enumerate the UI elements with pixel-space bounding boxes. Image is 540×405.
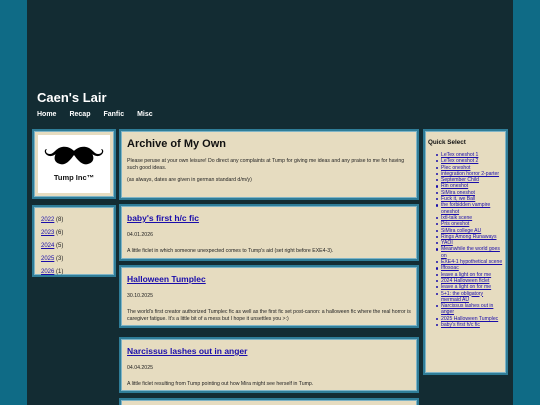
quick-select-link[interactable]: 2025 Halloween Tumplec: [441, 316, 498, 322]
post-title-link[interactable]: baby's first h/c fic: [127, 213, 411, 223]
nav-fanfic[interactable]: Fanfic: [103, 111, 124, 118]
quick-select-link[interactable]: 2024 Halloween ficlet: [441, 278, 489, 284]
nav-home[interactable]: Home: [37, 111, 56, 118]
year-count: (5): [56, 243, 64, 249]
list-item: Meanwhile the world goes on: [436, 246, 503, 259]
quick-select-link[interactable]: integration horror 2-parter: [441, 171, 499, 177]
quick-select-link[interactable]: September Child: [441, 177, 479, 183]
quick-select-link[interactable]: baby's first h/c fic: [441, 322, 480, 328]
year-count: (3): [56, 256, 64, 262]
quick-select-link[interactable]: Iffosoac: [441, 265, 459, 271]
quick-select-link[interactable]: YAOI: [441, 240, 453, 246]
year-link[interactable]: 2026: [41, 269, 54, 275]
intro-text: Please peruse at your own leisure! Do di…: [127, 158, 405, 171]
year-link[interactable]: 2024: [41, 243, 54, 249]
intro-note: (as always, dates are given in german st…: [127, 177, 252, 183]
page-title: Archive of My Own: [127, 138, 227, 150]
quick-select-link[interactable]: Rings Among Runaways: [441, 234, 497, 240]
quick-select-title: Quick Select: [428, 139, 466, 146]
list-item: baby's first h/c fic: [436, 322, 503, 328]
quick-select-link[interactable]: LeTex oneshot 2: [441, 158, 478, 164]
post-title-link[interactable]: Halloween Tumplec: [127, 274, 411, 284]
post-title-link[interactable]: Narcissus lashes out in anger: [127, 346, 411, 356]
post-card: baby's first h/c fic 04.01.2026 A little…: [119, 204, 419, 261]
quick-select-link[interactable]: SiMira college AU: [441, 228, 481, 234]
quick-select-link[interactable]: Ixtl-talk scene: [441, 215, 472, 221]
quick-select-link[interactable]: SiMira oneshot: [441, 190, 475, 196]
quick-select-link[interactable]: Rin oneshot: [441, 183, 468, 189]
quick-select-link[interactable]: Plec oneshot: [441, 165, 470, 171]
year-row: 2022 (8): [41, 214, 114, 227]
post-description: A little ficlet resulting from Tump poin…: [127, 381, 314, 387]
logo-text: Tump Inc™: [53, 173, 95, 182]
post-description: A little ficlet in which someone unexpec…: [127, 248, 334, 254]
year-archive: 2022 (8) 2023 (6) 2024 (5) 2025 (3) 2026…: [32, 205, 116, 277]
year-row: 2024 (5): [41, 240, 114, 253]
year-row: 2025 (3): [41, 253, 114, 266]
post-card: Halloween Tumplec 30.10.2025 The world's…: [119, 265, 419, 328]
quick-select-link[interactable]: LeTex oneshot 1: [441, 152, 478, 158]
year-count: (1): [56, 269, 64, 275]
post-card: [119, 398, 419, 405]
nav-misc[interactable]: Misc: [137, 111, 153, 118]
site-title: Caen's Lair: [37, 90, 107, 105]
list-item: the forbidden vampire oneshot: [436, 202, 503, 215]
quick-select-link[interactable]: leave a light on for me: [441, 284, 491, 290]
logo: Tump Inc™: [38, 135, 110, 193]
mustache-icon: [44, 146, 104, 165]
post-description: The world's first creator authorized Tum…: [127, 309, 411, 322]
quick-select-link[interactable]: EXE4-1 hypothetical scene: [441, 259, 502, 265]
quick-select-link[interactable]: Narcissus lashes out in anger: [441, 303, 493, 315]
post-card: Narcissus lashes out in anger 04.04.2025…: [119, 337, 419, 393]
nav-recap[interactable]: Recap: [69, 111, 90, 118]
quick-select-link[interactable]: the forbidden vampire oneshot: [441, 202, 490, 214]
quick-select-link[interactable]: Pris oneshot: [441, 221, 469, 227]
quick-select-list: LeTex oneshot 1 LeTex oneshot 2 Plec one…: [428, 152, 503, 328]
logo-panel: Tump Inc™: [32, 129, 116, 199]
post-date: 30.10.2025: [127, 293, 153, 299]
list-item: 5+1: the obligatory mermaid AU: [436, 291, 503, 304]
main-nav: Home Recap Fanfic Misc: [37, 111, 153, 118]
quick-select-panel: Quick Select LeTex oneshot 1 LeTex onesh…: [423, 129, 508, 375]
page-container: Caen's Lair Home Recap Fanfic Misc Tump …: [27, 0, 513, 405]
year-row: 2026 (1): [41, 266, 114, 279]
year-link[interactable]: 2025: [41, 256, 54, 262]
year-link[interactable]: 2023: [41, 230, 54, 236]
quick-select-link[interactable]: Fuck it, we Ball: [441, 196, 475, 202]
post-date: 04.01.2026: [127, 232, 153, 238]
quick-select-link[interactable]: 5+1: the obligatory mermaid AU: [441, 291, 483, 303]
year-row: 2023 (6): [41, 227, 114, 240]
quick-select-link[interactable]: leave a light on for me: [441, 272, 491, 278]
year-count: (6): [56, 230, 64, 236]
year-link[interactable]: 2022: [41, 217, 54, 223]
quick-select-link[interactable]: Meanwhile the world goes on: [441, 246, 500, 258]
year-count: (8): [56, 217, 64, 223]
list-item: Narcissus lashes out in anger: [436, 303, 503, 316]
intro-panel: Archive of My Own Please peruse at your …: [119, 129, 419, 200]
post-date: 04.04.2025: [127, 365, 153, 371]
